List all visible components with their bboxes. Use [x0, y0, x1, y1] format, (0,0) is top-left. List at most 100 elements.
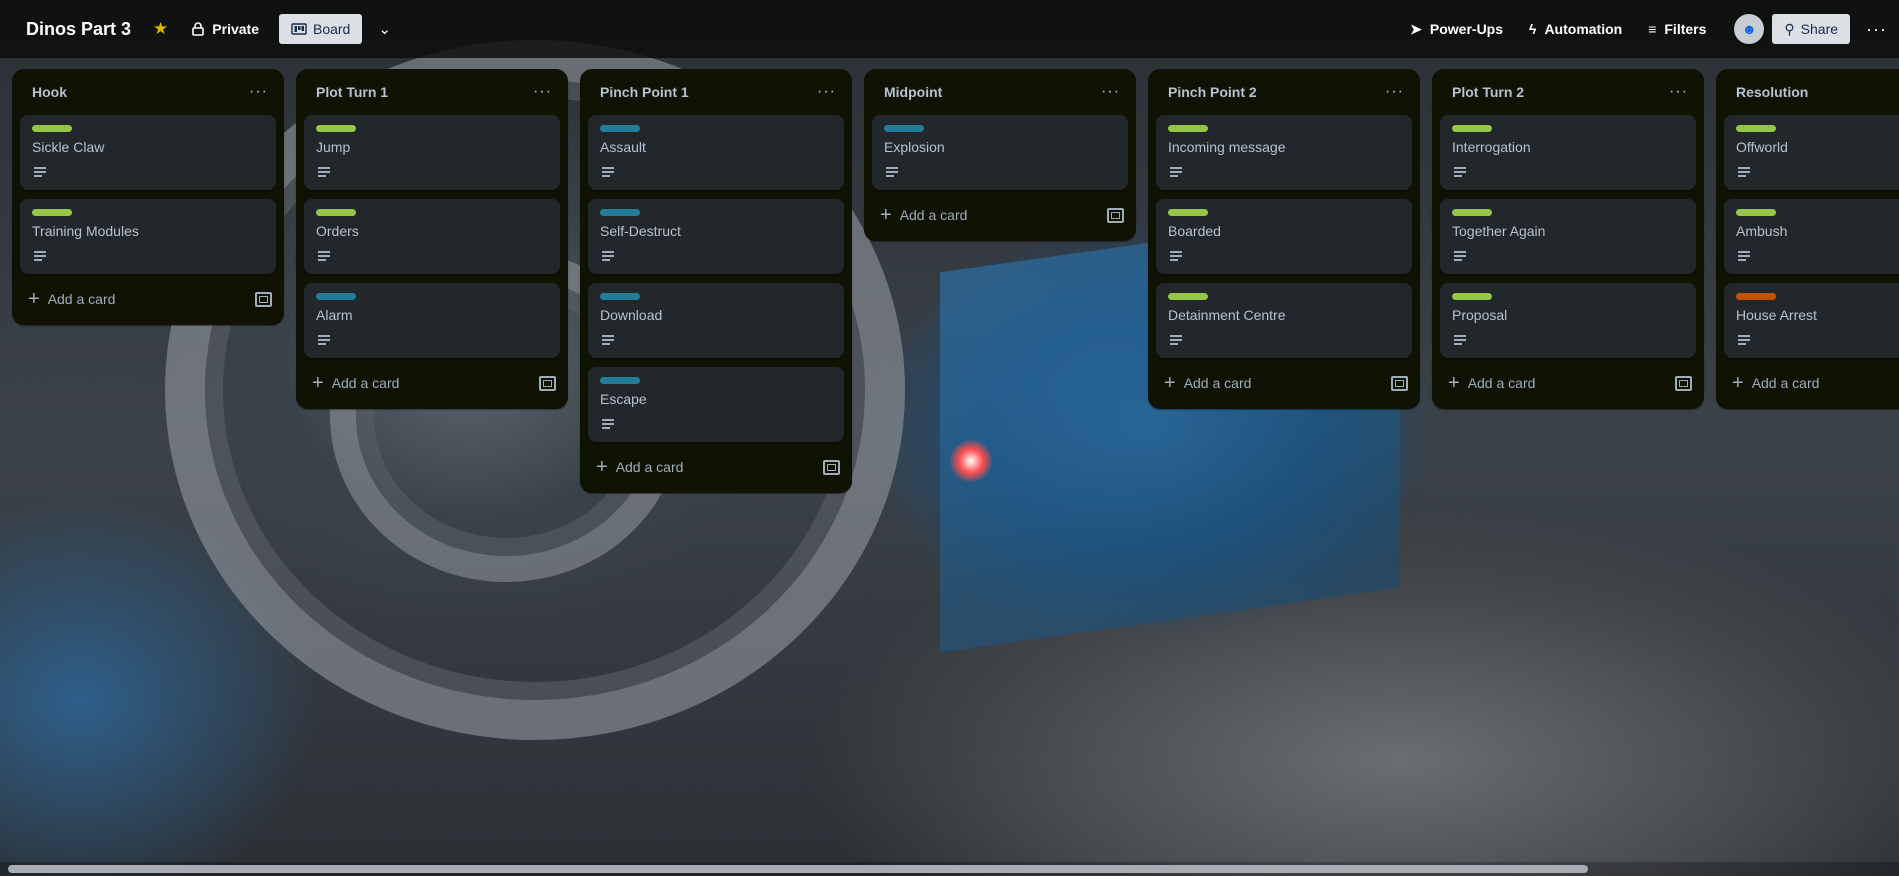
- plus-icon: +: [880, 204, 892, 226]
- card[interactable]: Jump: [304, 115, 560, 190]
- more-icon[interactable]: ···: [817, 83, 836, 101]
- add-card-button[interactable]: + Add a card: [1448, 373, 1535, 393]
- list[interactable]: Plot Turn 2 ··· Interrogation Together Agai…: [1432, 69, 1704, 409]
- card-label[interactable]: [600, 125, 640, 132]
- add-card-button[interactable]: + Add a card: [28, 289, 115, 309]
- description-icon: [1170, 335, 1182, 347]
- more-icon[interactable]: ···: [533, 83, 552, 101]
- list-title[interactable]: Plot Turn 1: [316, 84, 388, 100]
- card[interactable]: Boarded: [1156, 199, 1412, 274]
- card[interactable]: Ambush: [1724, 199, 1899, 274]
- add-card-label: Add a card: [899, 207, 968, 223]
- more-icon[interactable]: ···: [1101, 83, 1120, 101]
- card-label[interactable]: [600, 293, 640, 300]
- horizontal-scrollbar[interactable]: [0, 862, 1899, 876]
- card[interactable]: Self-Destruct: [588, 199, 844, 274]
- card-label[interactable]: [32, 125, 72, 132]
- list[interactable]: Plot Turn 1 ··· Jump Orders Alarm + Add a card: [296, 69, 568, 409]
- card[interactable]: Together Again: [1440, 199, 1696, 274]
- more-icon[interactable]: ···: [1866, 19, 1887, 40]
- add-card-button[interactable]: + Add a card: [1732, 373, 1819, 393]
- card-label[interactable]: [1168, 125, 1208, 132]
- template-icon[interactable]: [1391, 375, 1408, 391]
- card[interactable]: Explosion: [872, 115, 1128, 190]
- list-title[interactable]: Pinch Point 2: [1168, 84, 1257, 100]
- add-card-button[interactable]: + Add a card: [312, 373, 399, 393]
- description-icon: [318, 335, 330, 347]
- automation-label: Automation: [1544, 21, 1623, 37]
- filters-button[interactable]: ≡ Filters: [1648, 21, 1706, 37]
- card-label[interactable]: [600, 377, 640, 384]
- scrollbar-thumb[interactable]: [8, 865, 1588, 873]
- add-card-button[interactable]: + Add a card: [880, 204, 968, 226]
- template-icon[interactable]: [1675, 375, 1692, 391]
- template-icon[interactable]: [539, 375, 556, 391]
- card[interactable]: Sickle Claw: [20, 115, 276, 190]
- card-label[interactable]: [1452, 293, 1492, 300]
- card[interactable]: Proposal: [1440, 283, 1696, 358]
- card-label[interactable]: [316, 209, 356, 216]
- list-title[interactable]: Resolution: [1736, 84, 1808, 100]
- view-board-button[interactable]: Board: [278, 14, 363, 44]
- card[interactable]: Detainment Centre: [1156, 283, 1412, 358]
- card[interactable]: Alarm: [304, 283, 560, 358]
- card[interactable]: Assault: [588, 115, 844, 190]
- add-member-icon: ⚲: [1784, 20, 1795, 37]
- description-icon: [34, 251, 46, 263]
- card-label[interactable]: [1168, 293, 1208, 300]
- star-icon[interactable]: ★: [153, 19, 168, 39]
- template-icon[interactable]: [1107, 207, 1124, 223]
- card[interactable]: Escape: [588, 367, 844, 442]
- card-label[interactable]: [316, 125, 356, 132]
- template-icon[interactable]: [823, 459, 840, 475]
- card-title: Self-Destruct: [600, 223, 681, 239]
- list-title[interactable]: Plot Turn 2: [1452, 84, 1524, 100]
- card-label[interactable]: [1736, 209, 1776, 216]
- list[interactable]: Resolution··· Offworld Ambush House Arrest +…: [1716, 69, 1899, 409]
- card-label[interactable]: [1736, 125, 1776, 132]
- more-icon[interactable]: ···: [249, 83, 268, 101]
- list[interactable]: Pinch Point 1 ··· Assault Self-Destruct Down…: [580, 69, 852, 493]
- card[interactable]: Interrogation: [1440, 115, 1696, 190]
- card[interactable]: Offworld: [1724, 115, 1899, 190]
- chevron-down-icon[interactable]: ⌄: [378, 20, 391, 38]
- description-icon: [602, 419, 614, 431]
- avatar[interactable]: ☻: [1732, 12, 1767, 46]
- card-label[interactable]: [600, 209, 640, 216]
- automation-button[interactable]: ϟ Automation: [1529, 21, 1622, 37]
- card-label[interactable]: [32, 209, 72, 216]
- card[interactable]: Training Modules: [20, 199, 276, 274]
- card-label[interactable]: [884, 125, 924, 132]
- filters-label: Filters: [1664, 21, 1707, 37]
- list-title[interactable]: Pinch Point 1: [600, 84, 689, 100]
- description-icon: [602, 251, 614, 263]
- card-label[interactable]: [316, 293, 356, 300]
- more-icon[interactable]: ···: [1669, 83, 1688, 101]
- card[interactable]: Orders: [304, 199, 560, 274]
- list[interactable]: Midpoint ··· Explosion + Add a card: [864, 69, 1136, 241]
- add-card-button[interactable]: + Add a card: [596, 456, 683, 478]
- card-label[interactable]: [1736, 293, 1776, 300]
- add-card-button[interactable]: + Add a card: [1164, 373, 1251, 393]
- visibility-button[interactable]: Private: [192, 21, 259, 37]
- card-title: Detainment Centre: [1168, 307, 1286, 323]
- list-title[interactable]: Hook: [32, 84, 67, 100]
- board-icon: [291, 23, 307, 35]
- list[interactable]: Pinch Point 2 ··· Incoming message Boarded D…: [1148, 69, 1420, 409]
- card-label[interactable]: [1452, 209, 1492, 216]
- powerups-button[interactable]: ➤ Power-Ups: [1410, 21, 1503, 38]
- board-title[interactable]: Dinos Part 3: [26, 19, 131, 40]
- card[interactable]: Download: [588, 283, 844, 358]
- list[interactable]: Hook ··· Sickle Claw Training Modules + Add a…: [12, 69, 284, 325]
- card-title: Boarded: [1168, 223, 1221, 239]
- card-label[interactable]: [1168, 209, 1208, 216]
- share-button[interactable]: ⚲ Share: [1772, 14, 1851, 44]
- template-icon[interactable]: [255, 291, 272, 307]
- more-icon[interactable]: ···: [1385, 83, 1404, 101]
- card-title: Sickle Claw: [32, 139, 105, 155]
- plus-icon: +: [596, 456, 608, 478]
- card-label[interactable]: [1452, 125, 1492, 132]
- card[interactable]: Incoming message: [1156, 115, 1412, 190]
- list-title[interactable]: Midpoint: [884, 84, 942, 100]
- card[interactable]: House Arrest: [1724, 283, 1899, 358]
